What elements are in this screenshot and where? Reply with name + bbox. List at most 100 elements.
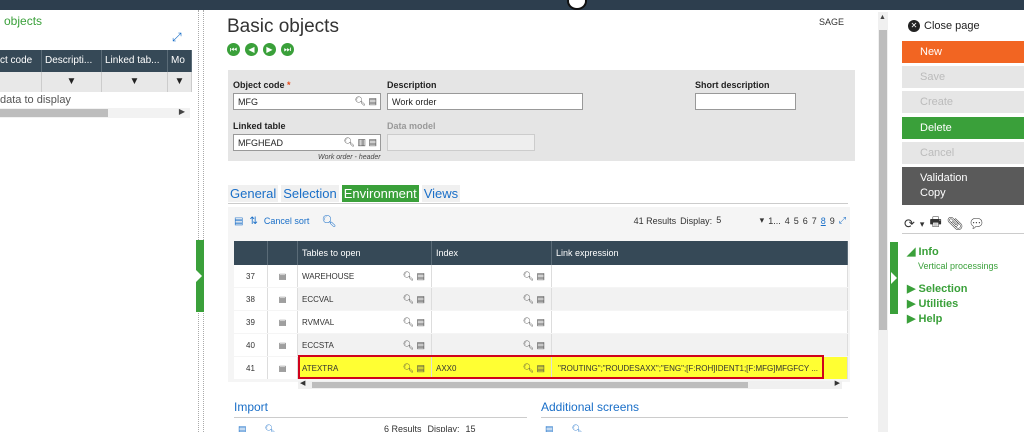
tab-selection[interactable]: Selection: [281, 185, 339, 202]
col-link-expression[interactable]: Link expression: [552, 241, 848, 265]
object-code-input[interactable]: MFG 🔍︎ ▤: [233, 93, 381, 110]
link-expression-cell[interactable]: [552, 334, 848, 356]
search-icon[interactable]: 🔍︎: [344, 137, 355, 147]
help-section[interactable]: ▶ Help: [907, 312, 942, 325]
import-display-select[interactable]: 15: [466, 424, 476, 432]
selection-section[interactable]: ▶ Selection: [907, 282, 967, 295]
left-h-scrollbar[interactable]: ▶: [0, 107, 190, 118]
expand-icon[interactable]: ⤢: [172, 30, 182, 45]
new-button[interactable]: New: [902, 41, 1024, 63]
collapse-right-panel-handle[interactable]: [890, 242, 898, 314]
create-button[interactable]: Create: [902, 91, 1024, 113]
next-record-icon[interactable]: ▶: [263, 43, 276, 56]
left-col-code[interactable]: ct code: [0, 50, 42, 72]
comment-icon[interactable]: 💬︎: [968, 216, 985, 232]
data-model-input: [387, 134, 535, 151]
scroll-right-icon[interactable]: ▶: [179, 107, 185, 116]
chevron-down-icon[interactable]: ▾: [920, 219, 925, 230]
tab-general[interactable]: General: [228, 185, 279, 202]
list-icon[interactable]: ▤: [368, 137, 377, 147]
expand-icon[interactable]: ⤢: [839, 215, 846, 226]
col-tables-to-open[interactable]: Tables to open: [298, 241, 432, 265]
left-col-model[interactable]: Mo: [168, 50, 192, 72]
row-detail-icon[interactable]: ▤: [268, 311, 298, 333]
pager-prefix[interactable]: 1...: [768, 216, 781, 226]
search-icon[interactable]: 🔍︎: [572, 424, 583, 432]
search-icon[interactable]: 🔍︎: [321, 214, 336, 228]
table-cell[interactable]: ECCSTA 🔍︎ ▤: [298, 334, 432, 356]
scroll-left-icon[interactable]: ◀: [300, 379, 305, 387]
index-cell[interactable]: 🔍︎ ▤: [432, 265, 552, 287]
search-icon[interactable]: 🔍︎: [355, 96, 366, 106]
save-button[interactable]: Save: [902, 66, 1024, 88]
vertical-processings-link[interactable]: Vertical processings: [918, 261, 998, 271]
short-description-input[interactable]: [695, 93, 796, 110]
page-link-6[interactable]: 6: [803, 216, 808, 226]
import-section-title[interactable]: Import: [234, 400, 268, 414]
document-icon[interactable]: ▥: [357, 137, 366, 147]
filter-icon[interactable]: ▼: [102, 72, 168, 92]
tab-environment[interactable]: Environment: [341, 185, 419, 202]
table-cell[interactable]: ECCVAL 🔍︎ ▤: [298, 288, 432, 310]
section-divider: [541, 417, 848, 418]
index-cell[interactable]: 🔍︎ ▤: [432, 288, 552, 310]
filter-icon[interactable]: ▼: [42, 72, 102, 92]
page-link-7[interactable]: 7: [812, 216, 817, 226]
filter-icon[interactable]: [0, 72, 42, 92]
col-row-number: [234, 241, 268, 265]
refresh-icon[interactable]: ⟳: [904, 216, 915, 232]
row-detail-icon[interactable]: ▤: [268, 334, 298, 356]
table-cell[interactable]: RVMVAL 🔍︎ ▤: [298, 311, 432, 333]
attachment-icon[interactable]: 📎︎: [947, 216, 964, 232]
table-view-icon[interactable]: ▤: [545, 424, 554, 432]
utilities-section[interactable]: ▶ Utilities: [907, 297, 958, 310]
tab-views[interactable]: Views: [421, 185, 461, 202]
linked-table-label: Linked table: [233, 121, 286, 131]
page-link-5[interactable]: 5: [794, 216, 799, 226]
filter-icon[interactable]: ▼: [168, 72, 192, 92]
page-link-9[interactable]: 9: [830, 216, 835, 226]
scroll-up-icon[interactable]: ▲: [879, 14, 886, 21]
table-row: 38 ▤ ECCVAL 🔍︎ ▤ 🔍︎ ▤: [234, 288, 848, 310]
last-record-icon[interactable]: ⏭: [281, 43, 294, 56]
page-link-4[interactable]: 4: [785, 216, 790, 226]
collapse-left-panel-handle[interactable]: [196, 240, 204, 312]
previous-record-icon[interactable]: ◀: [245, 43, 258, 56]
display-select[interactable]: 5 ▾: [716, 215, 764, 226]
index-cell[interactable]: 🔍︎ ▤: [432, 334, 552, 356]
index-cell[interactable]: 🔍︎ ▤: [432, 311, 552, 333]
row-detail-icon[interactable]: ▤: [268, 288, 298, 310]
print-icon[interactable]: 🖶: [929, 213, 941, 235]
table-cell[interactable]: WAREHOUSE 🔍︎ ▤: [298, 265, 432, 287]
grid-pager: 41 Results Display: 5 ▾ 1... 4 5 6 7 8 9 …: [634, 215, 846, 226]
cancel-sort-link[interactable]: Cancel sort: [264, 216, 310, 226]
app-logo-icon[interactable]: [567, 0, 587, 10]
table-view-icon[interactable]: ▤: [234, 216, 243, 227]
row-detail-icon[interactable]: ▤: [268, 265, 298, 287]
link-expression-cell[interactable]: [552, 265, 848, 287]
left-col-description[interactable]: Descripti...: [42, 50, 102, 72]
main-v-scrollbar[interactable]: ▲: [878, 12, 888, 432]
scroll-right-icon[interactable]: ▶: [835, 379, 840, 387]
row-detail-icon[interactable]: ▤: [268, 357, 298, 379]
col-index[interactable]: Index: [432, 241, 552, 265]
first-record-icon[interactable]: ⏮: [227, 43, 240, 56]
link-expression-cell[interactable]: [552, 288, 848, 310]
validation-button[interactable]: Validation: [920, 171, 1024, 186]
grid-h-scrollbar[interactable]: ◀ ▶: [298, 379, 842, 389]
info-section[interactable]: ◢ Info: [907, 245, 939, 258]
left-col-linked-table[interactable]: Linked tab...: [102, 50, 168, 72]
table-view-icon[interactable]: ▤: [238, 424, 247, 432]
delete-button[interactable]: Delete: [902, 117, 1024, 139]
sort-icon[interactable]: ⇅: [249, 216, 257, 227]
close-page-button[interactable]: ✕ Close page: [908, 20, 980, 32]
link-expression-cell[interactable]: [552, 311, 848, 333]
copy-button[interactable]: Copy: [920, 186, 1024, 201]
description-input[interactable]: Work order: [387, 93, 583, 110]
additional-screens-title[interactable]: Additional screens: [541, 400, 639, 414]
search-icon[interactable]: 🔍︎: [265, 424, 276, 432]
linked-table-input[interactable]: MFGHEAD 🔍︎ ▥ ▤: [233, 134, 381, 151]
list-icon[interactable]: ▤: [368, 96, 377, 106]
page-link-8[interactable]: 8: [821, 216, 826, 226]
cancel-button[interactable]: Cancel: [902, 142, 1024, 164]
